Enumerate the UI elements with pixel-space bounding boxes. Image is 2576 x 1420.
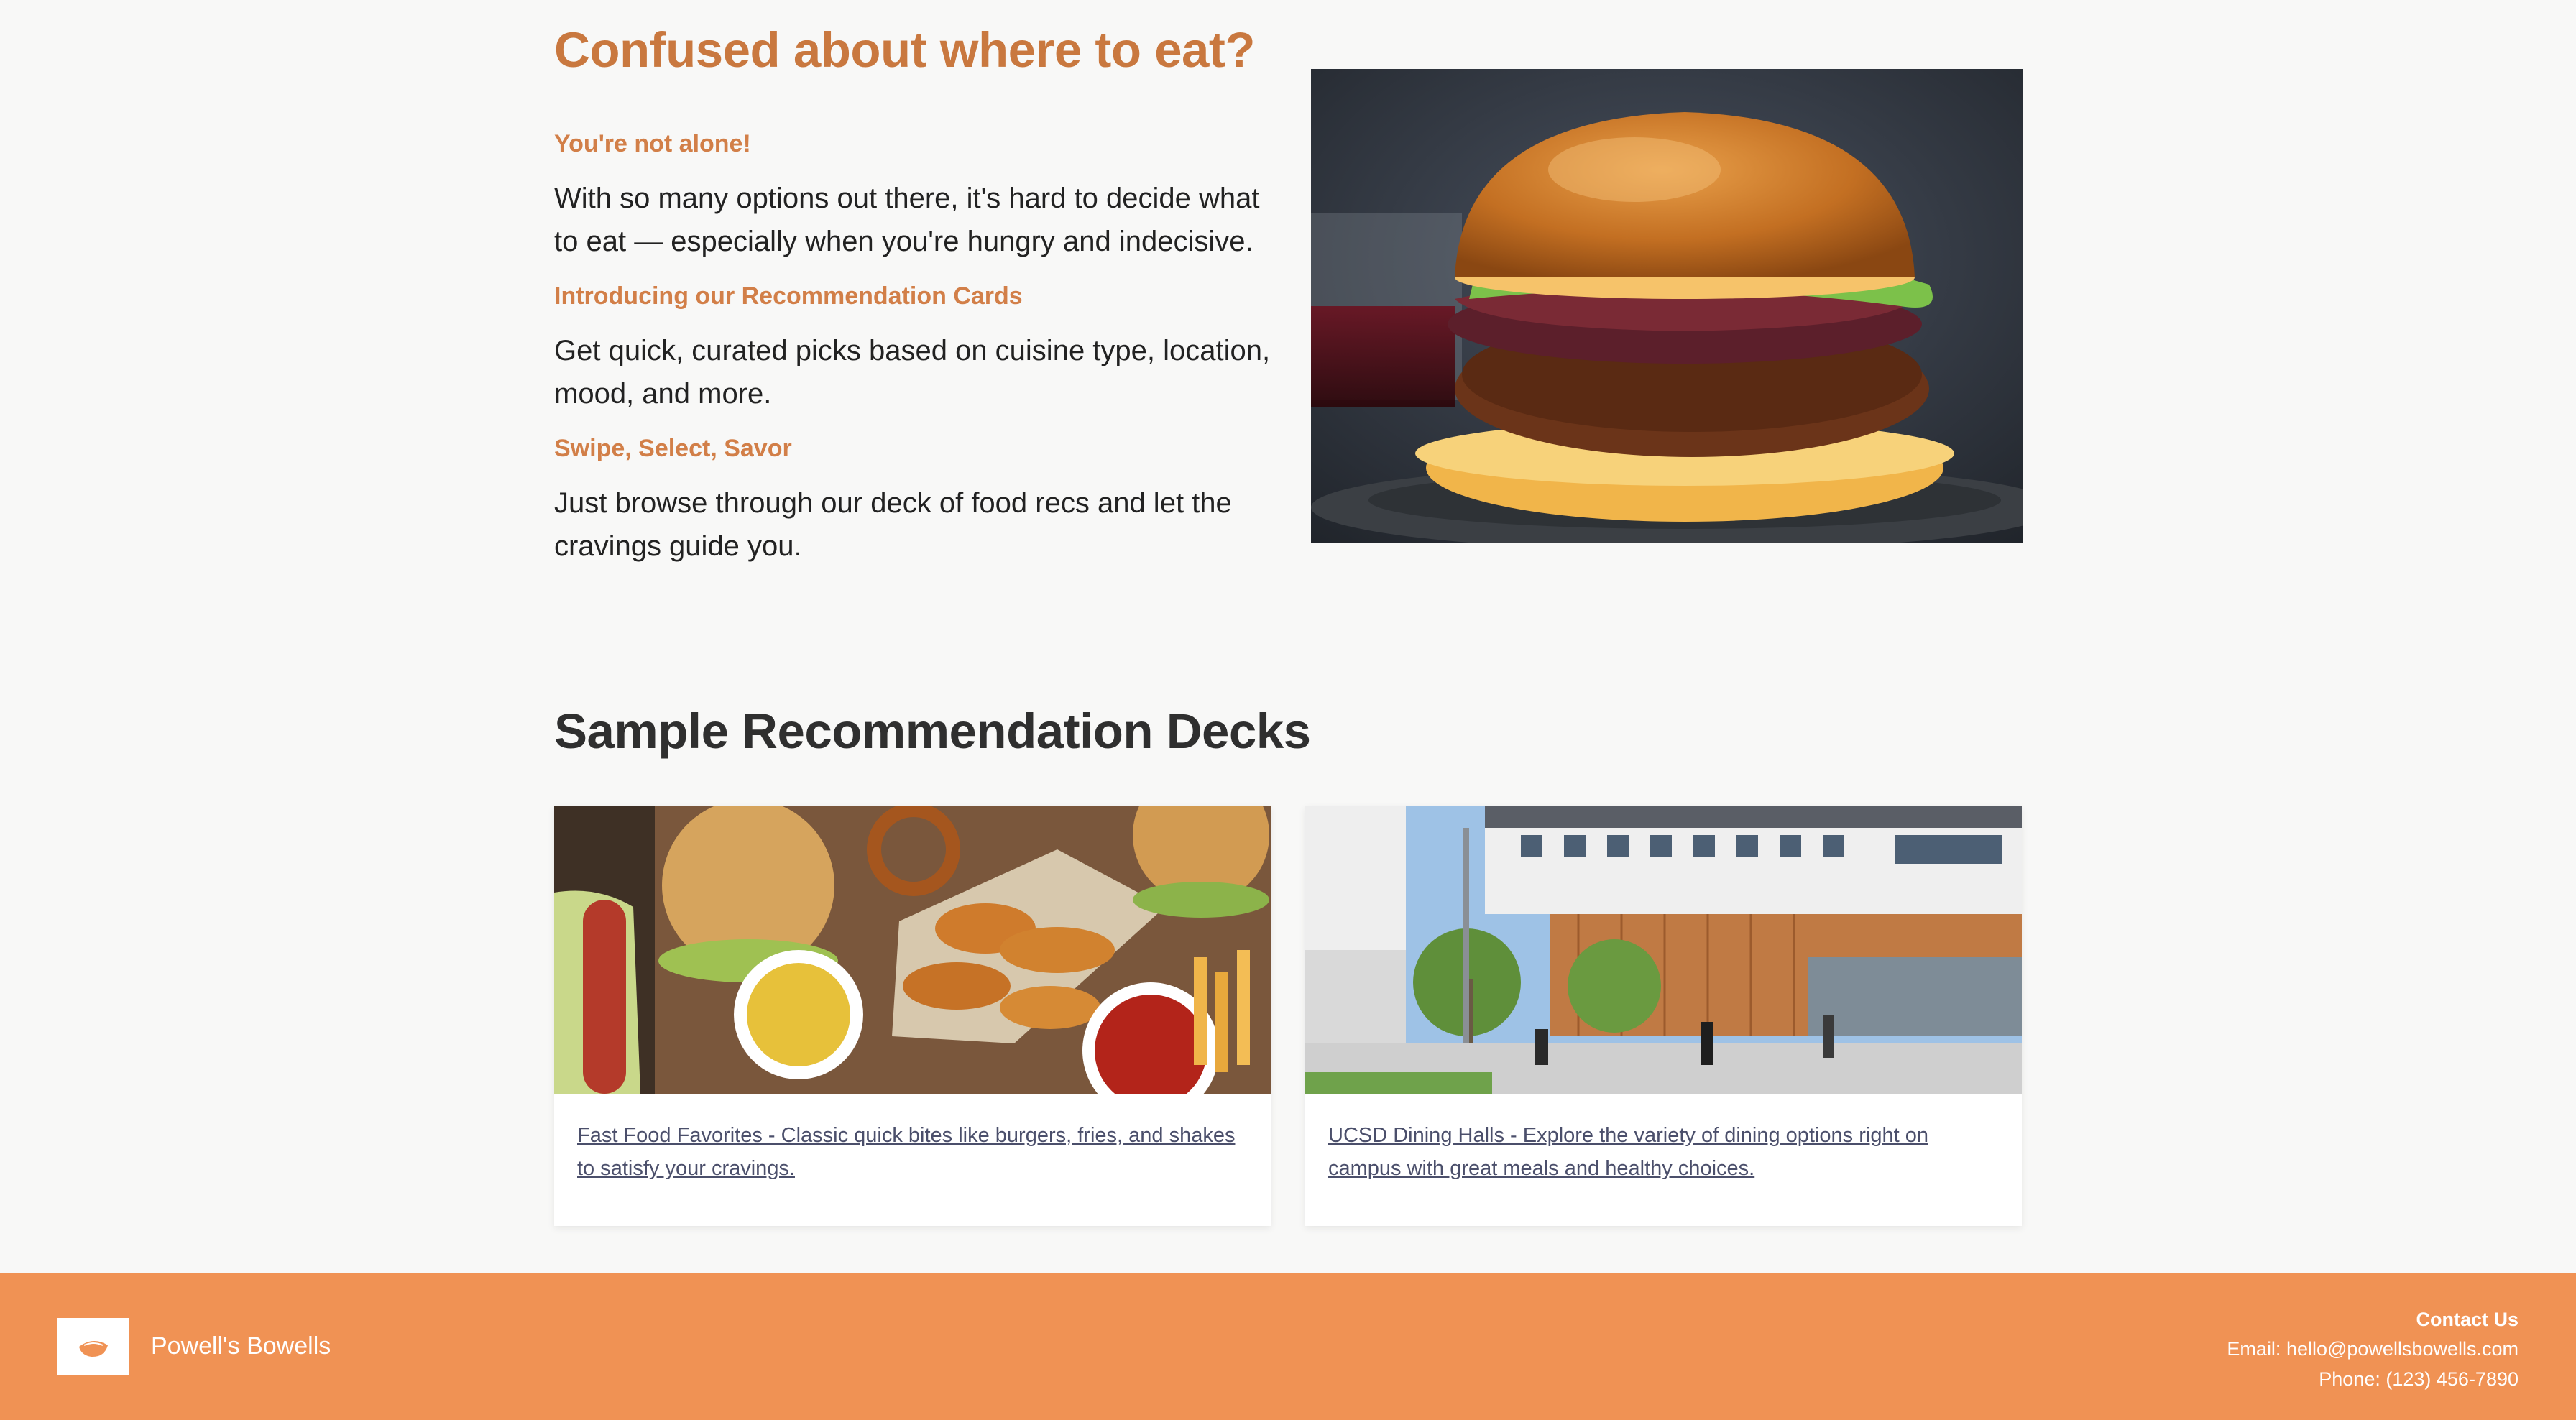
decks-section-title: Sample Recommendation Decks <box>554 704 1311 759</box>
contact-email[interactable]: Email: hello@powellsbowells.com <box>2227 1334 2518 1364</box>
bowl-logo-icon <box>79 1340 108 1357</box>
deck-card-fast-food[interactable]: Fast Food Favorites - Classic quick bite… <box>554 806 1271 1226</box>
contact-title: Contact Us <box>2416 1309 2518 1330</box>
brand-name: Powell's Bowells <box>151 1332 331 1360</box>
intro-subheading: Introducing our Recommendation Cards <box>554 282 1023 310</box>
deck-card-ucsd-dining[interactable]: UCSD Dining Halls - Explore the variety … <box>1305 806 2022 1226</box>
deck-link-fast-food[interactable]: Fast Food Favorites - Classic quick bite… <box>577 1119 1248 1185</box>
deck-link-ucsd-dining[interactable]: UCSD Dining Halls - Explore the variety … <box>1328 1119 1999 1185</box>
ucsd-dining-image <box>1305 806 2022 1094</box>
intro-subheading: You're not alone! <box>554 130 751 157</box>
intro-paragraph: With so many options out there, it's har… <box>554 183 1260 257</box>
footer: Powell's Bowells Contact Us Email: hello… <box>0 1273 2576 1420</box>
intro-paragraph: Just browse through our deck of food rec… <box>554 487 1232 562</box>
fast-food-image <box>554 806 1271 1094</box>
intro-subheading: Swipe, Select, Savor <box>554 435 792 462</box>
intro-paragraph: Get quick, curated picks based on cuisin… <box>554 335 1271 410</box>
burger-hero-image <box>1311 69 2023 543</box>
intro-section: Confused about where to eat? You're not … <box>554 20 1273 568</box>
contact-phone[interactable]: Phone: (123) 456-7890 <box>2227 1364 2518 1394</box>
page-title: Confused about where to eat? <box>554 22 1256 78</box>
logo[interactable] <box>58 1318 129 1375</box>
contact-info: Contact Us Email: hello@powellsbowells.c… <box>2227 1305 2518 1394</box>
